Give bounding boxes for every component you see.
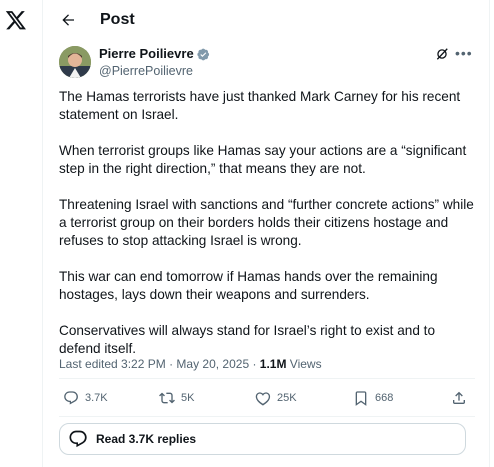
repost-count: 5K: [181, 392, 195, 404]
heart-icon: [255, 392, 271, 406]
verified-badge-icon: [197, 48, 209, 60]
tweet-meta: Last edited 3:22 PM · May 20, 2025 · 1.1…: [59, 356, 322, 372]
x-logo-icon[interactable]: [5, 9, 27, 31]
page-title: Post: [100, 11, 135, 28]
page-header: Post: [43, 0, 489, 40]
tweet-paragraph: The Hamas terrorists have just thanked M…: [59, 89, 461, 122]
tweet-text: The Hamas terrorists have just thanked M…: [59, 88, 479, 376]
avatar[interactable]: [59, 46, 91, 78]
reply-button[interactable]: 3.7K: [63, 390, 108, 406]
avatar-image: [59, 46, 91, 78]
bookmark-button[interactable]: 668: [353, 390, 393, 406]
more-options-icon[interactable]: •••: [455, 46, 473, 62]
repost-button[interactable]: 5K: [159, 390, 194, 406]
like-count: 25K: [277, 392, 297, 404]
author-name: Pierre Poilievre: [99, 46, 194, 61]
left-nav: [0, 0, 42, 467]
reply-bubble-icon: [69, 430, 87, 448]
grok-icon[interactable]: [435, 47, 449, 61]
author-handle[interactable]: @PierrePoilievre: [99, 63, 193, 79]
read-replies-button[interactable]: Read 3.7K replies: [59, 423, 466, 455]
reply-count: 3.7K: [85, 392, 108, 404]
views-label: Views: [286, 357, 322, 371]
divider: [59, 378, 475, 379]
repost-icon: [159, 392, 175, 404]
back-button[interactable]: [57, 9, 79, 31]
views-count: 1.1M: [259, 357, 287, 371]
tweet-paragraph: This war can end tomorrow if Hamas hands…: [59, 269, 438, 302]
tweet-paragraph: Threatening Israel with sanctions and “f…: [59, 197, 474, 248]
tweet-author: Pierre Poilievre @PierrePoilievre •••: [59, 46, 479, 82]
bookmark-icon: [355, 391, 367, 406]
bookmark-count: 668: [375, 392, 394, 404]
author-name-row[interactable]: Pierre Poilievre: [99, 46, 210, 62]
reply-icon: [64, 391, 78, 405]
action-bar: 3.7K 5K 25K 668: [63, 390, 475, 410]
share-button[interactable]: [451, 390, 467, 406]
tweet-paragraph: When terrorist groups like Hamas say you…: [59, 143, 467, 176]
divider: [59, 416, 475, 417]
share-icon: [453, 391, 465, 404]
read-replies-label: Read 3.7K replies: [96, 432, 197, 446]
like-button[interactable]: 25K: [255, 390, 297, 406]
edited-timestamp[interactable]: Last edited 3:22 PM · May 20, 2025 ·: [59, 357, 260, 371]
main-column: Post Pierre Poilievre @PierrePoilievre •…: [42, 0, 490, 467]
tweet-paragraph: Conservatives will always stand for Isra…: [59, 323, 436, 356]
arrow-left-icon: [62, 14, 74, 26]
